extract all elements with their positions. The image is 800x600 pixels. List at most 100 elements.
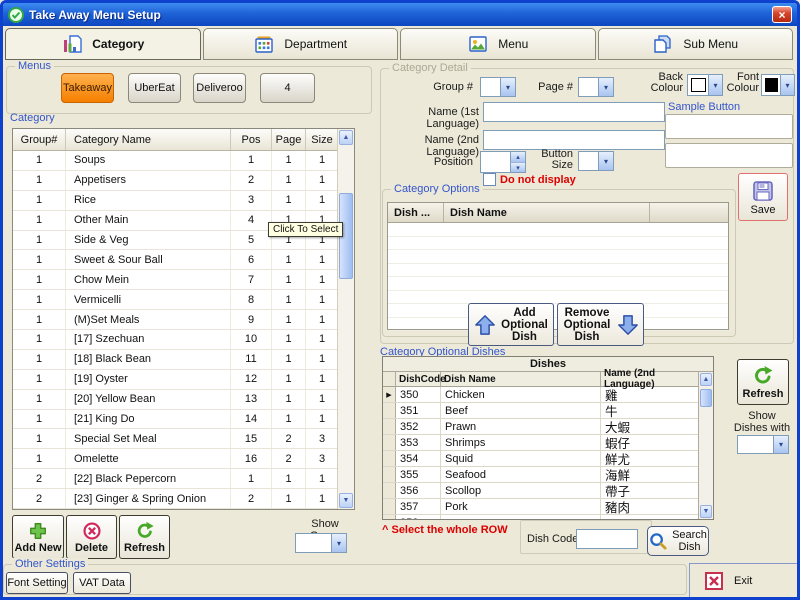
cell: 1: [306, 330, 339, 349]
scroll-up-icon[interactable]: ▲: [339, 130, 353, 145]
scrollbar-thumb[interactable]: [700, 389, 712, 407]
cell: Scollop: [441, 483, 601, 498]
title-bar: Take Away Menu Setup ×: [3, 3, 797, 26]
add-new-button[interactable]: Add New: [12, 515, 64, 559]
table-row[interactable]: 357Pork豬肉: [383, 499, 699, 515]
chevron-down-icon[interactable]: ▾: [500, 78, 515, 96]
table-row[interactable]: 354Squid鮮尤: [383, 451, 699, 467]
cell: Vermicelli: [66, 290, 231, 309]
table-row[interactable]: 1[17] Szechuan1011: [13, 330, 339, 350]
exit-button[interactable]: Exit: [689, 563, 797, 597]
table-row[interactable]: 1Appetisers211: [13, 171, 339, 191]
search-dish-button[interactable]: Search Dish: [647, 526, 709, 556]
refresh-dishes-button[interactable]: Refresh: [737, 359, 789, 405]
chevron-down-icon[interactable]: ▾: [331, 534, 346, 552]
table-row[interactable]: [388, 277, 728, 291]
column-header[interactable]: Dish ...: [388, 203, 444, 222]
refresh-button[interactable]: Refresh: [119, 515, 170, 559]
menu-button-ubereat[interactable]: UberEat: [128, 73, 181, 103]
position-stepper[interactable]: ▴ ▾: [480, 151, 526, 173]
cell: 牛: [601, 403, 699, 418]
table-row[interactable]: 1Sweet & Sour Ball611: [13, 250, 339, 270]
table-row[interactable]: 1Omelette1623: [13, 449, 339, 469]
font-setting-button[interactable]: Font Setting: [6, 572, 68, 594]
page-number-select[interactable]: ▾: [578, 77, 614, 97]
chevron-down-icon[interactable]: ▾: [773, 436, 788, 453]
table-row[interactable]: [388, 237, 728, 251]
column-header[interactable]: DishCode: [396, 372, 441, 386]
table-row[interactable]: [388, 264, 728, 278]
button-size-label: Button Size: [529, 149, 573, 171]
spin-up-icon[interactable]: ▴: [510, 152, 525, 162]
show-dishes-group-select[interactable]: ▾: [737, 435, 789, 454]
close-button[interactable]: ×: [772, 6, 792, 23]
font-colour-picker[interactable]: ▾: [761, 74, 795, 96]
cell: 1: [231, 151, 272, 170]
chevron-down-icon[interactable]: ▾: [780, 75, 794, 95]
dishes-scrollbar[interactable]: ▲ ▼: [698, 372, 713, 519]
table-row[interactable]: 1Vermicelli811: [13, 290, 339, 310]
do-not-display-checkbox[interactable]: [483, 173, 496, 186]
name1-field[interactable]: [483, 102, 665, 122]
table-row[interactable]: [388, 250, 728, 264]
chevron-down-icon[interactable]: ▾: [598, 78, 613, 96]
chevron-down-icon[interactable]: ▾: [708, 75, 722, 95]
column-header[interactable]: Size: [306, 129, 339, 150]
chevron-down-icon[interactable]: ▾: [598, 152, 613, 170]
tab-category[interactable]: Category: [5, 28, 201, 60]
table-row[interactable]: 353Shrimps蝦仔: [383, 435, 699, 451]
table-row[interactable]: 356Scollop帶子: [383, 483, 699, 499]
table-row[interactable]: 1[19] Oyster1211: [13, 370, 339, 390]
add-optional-dish-button[interactable]: Add Optional Dish: [468, 303, 554, 346]
back-colour-picker[interactable]: ▾: [687, 74, 723, 96]
category-scrollbar[interactable]: ▲ ▼: [337, 129, 354, 509]
vat-data-button[interactable]: VAT Data: [73, 572, 131, 594]
column-header[interactable]: Group#: [13, 129, 66, 150]
button-size-select[interactable]: ▾: [578, 151, 614, 171]
cell: 1: [13, 270, 66, 289]
table-row[interactable]: 355Seafood海鮮: [383, 467, 699, 483]
column-header[interactable]: Dish Name: [444, 203, 650, 222]
table-row[interactable]: 2[22] Black Pepercorn111: [13, 469, 339, 489]
column-header[interactable]: Dish Name: [441, 372, 601, 386]
table-row[interactable]: [388, 223, 728, 237]
save-button[interactable]: Save: [738, 173, 788, 221]
column-header[interactable]: Pos: [231, 129, 272, 150]
menu-button-4[interactable]: 4: [260, 73, 315, 103]
menu-button-deliveroo[interactable]: Deliveroo: [193, 73, 246, 103]
delete-button[interactable]: Delete: [66, 515, 117, 559]
cell: 1: [272, 350, 306, 369]
column-header[interactable]: Page: [272, 129, 306, 150]
tab-department[interactable]: Department: [203, 28, 399, 60]
spin-down-icon[interactable]: ▾: [510, 162, 525, 172]
table-row[interactable]: 352Prawn大蝦: [383, 419, 699, 435]
table-row[interactable]: 1(M)Set Meals911: [13, 310, 339, 330]
menu-button-takeaway[interactable]: Takeaway: [61, 73, 114, 103]
column-header[interactable]: Category Name: [66, 129, 231, 150]
column-header[interactable]: Name (2nd Language): [601, 372, 699, 386]
table-row[interactable]: 1Rice311: [13, 191, 339, 211]
show-group-select[interactable]: ▾: [295, 533, 347, 553]
cell: 1: [13, 410, 66, 429]
save-icon: [751, 179, 775, 203]
back-colour-label: Back Colour: [635, 72, 683, 94]
scroll-down-icon[interactable]: ▼: [700, 505, 712, 518]
table-row[interactable]: 1[21] King Do1411: [13, 410, 339, 430]
table-row[interactable]: [388, 291, 728, 305]
table-row[interactable]: ▶350Chicken雞: [383, 387, 699, 403]
table-row[interactable]: 1Soups111: [13, 151, 339, 171]
dish-code-input[interactable]: [576, 529, 638, 549]
tab-submenu[interactable]: Sub Menu: [598, 28, 794, 60]
group-number-select[interactable]: ▾: [480, 77, 516, 97]
table-row[interactable]: 1Special Set Meal1523: [13, 429, 339, 449]
tab-menu[interactable]: Menu: [400, 28, 596, 60]
remove-optional-dish-button[interactable]: Remove Optional Dish: [557, 303, 644, 346]
table-row[interactable]: 351Beef牛: [383, 403, 699, 419]
name2-field[interactable]: [483, 130, 665, 150]
table-row[interactable]: 2[23] Ginger & Spring Onion211: [13, 489, 339, 509]
table-row[interactable]: 1[20] Yellow Bean1311: [13, 390, 339, 410]
table-row[interactable]: 1[18] Black Bean1111: [13, 350, 339, 370]
scroll-down-icon[interactable]: ▼: [339, 493, 353, 508]
table-row[interactable]: 1Chow Mein711: [13, 270, 339, 290]
scroll-up-icon[interactable]: ▲: [700, 373, 712, 386]
